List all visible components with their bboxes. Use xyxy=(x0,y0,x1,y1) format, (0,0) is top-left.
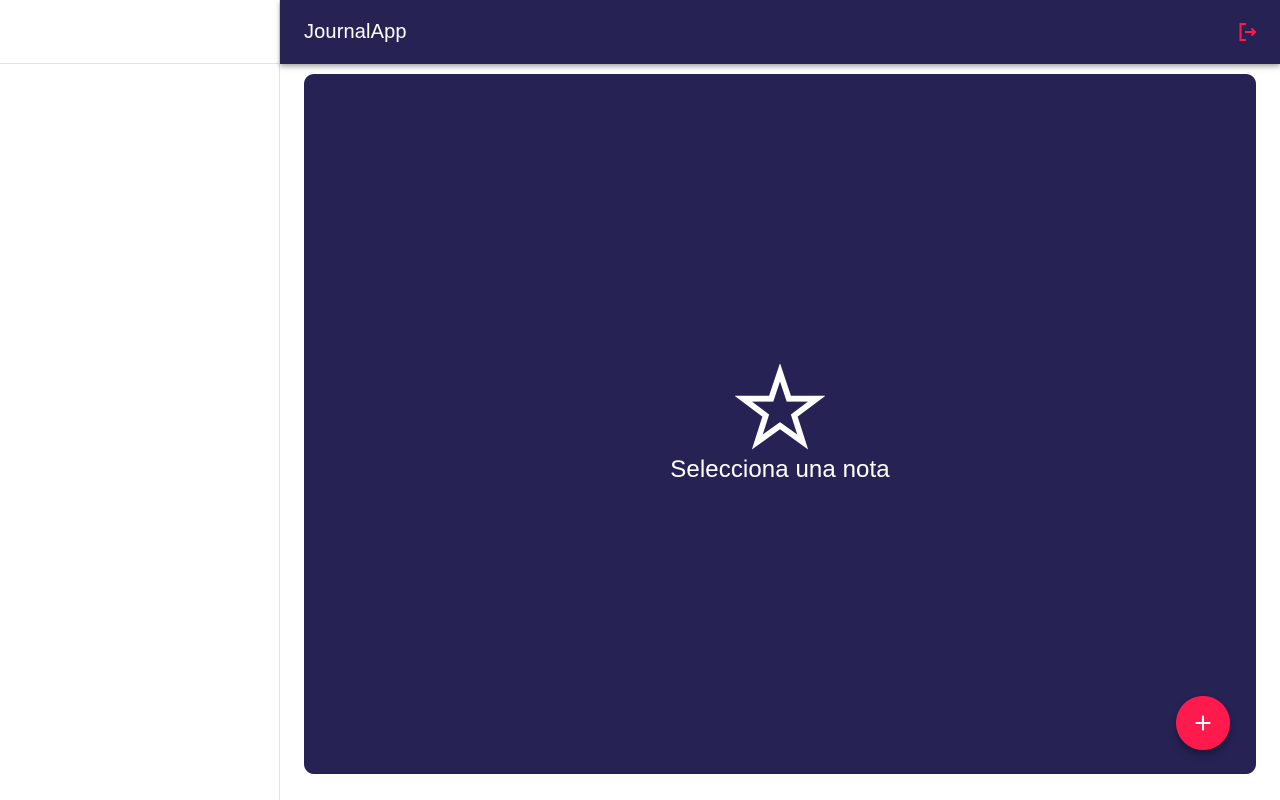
app-bar: JournalApp xyxy=(280,0,1280,64)
star-outline-icon xyxy=(735,364,825,450)
sidebar-header xyxy=(0,0,279,64)
sidebar xyxy=(0,0,280,800)
app-title: JournalApp xyxy=(304,20,407,43)
add-icon xyxy=(1195,715,1211,731)
logout-button[interactable] xyxy=(1228,12,1268,52)
add-note-button[interactable] xyxy=(1176,696,1230,750)
note-view: Selecciona una nota xyxy=(304,74,1256,774)
empty-message: Selecciona una nota xyxy=(670,456,890,483)
empty-state: Selecciona una nota xyxy=(670,364,890,484)
logout-icon xyxy=(1239,23,1257,41)
